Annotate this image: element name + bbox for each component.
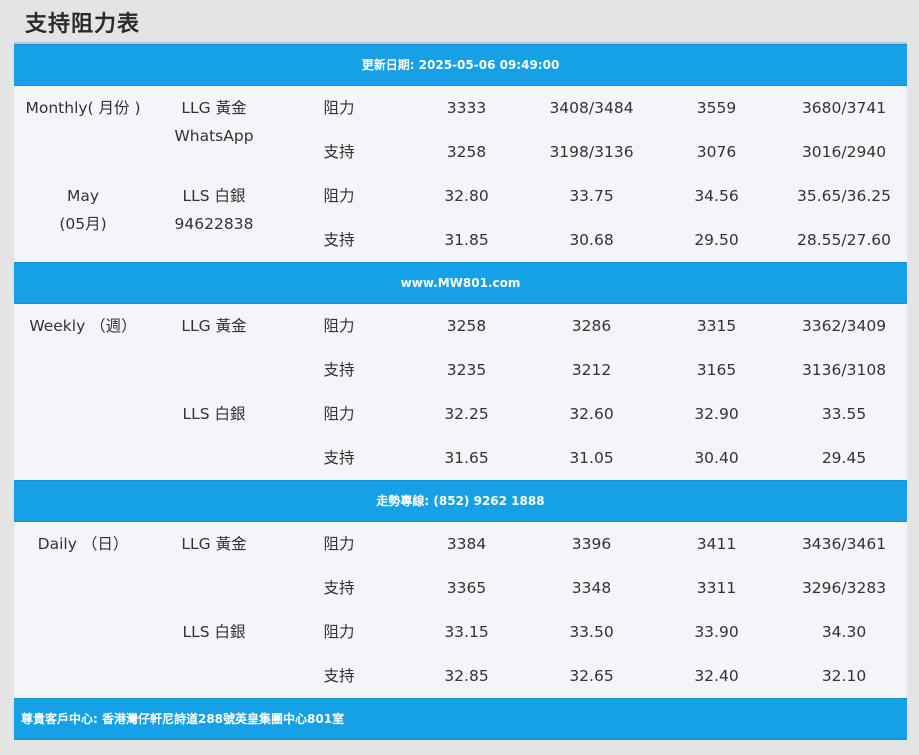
level-value: 3212	[571, 361, 612, 379]
level-value: 31.05	[569, 449, 614, 467]
level-value: 30.68	[569, 231, 614, 249]
level-value: 3016/2940	[801, 143, 887, 161]
row-type: 阻力	[323, 535, 355, 553]
table-row: 阻力 3258 3286 3315 3362/3409	[14, 304, 907, 348]
level-value: 29.50	[694, 231, 739, 249]
address-banner: 尊貴客戶中心: 香港灣仔軒尼詩道288號英皇集團中心801室	[14, 698, 907, 740]
row-type: 支持	[323, 579, 355, 597]
table-row: 支持 3258 3198/3136 3076 3016/2940	[14, 130, 907, 174]
level-value: 35.65/36.25	[797, 187, 891, 205]
level-value: 3362/3409	[801, 317, 887, 335]
level-value: 3198/3136	[549, 143, 634, 161]
support-resistance-table: 更新日期: 2025-05-06 09:49:00 Monthly( 月份 ) …	[14, 42, 907, 740]
level-value: 32.80	[444, 187, 489, 205]
level-value: 3333	[446, 99, 487, 117]
level-value: 3559	[696, 99, 737, 117]
level-value: 3136/3108	[801, 361, 887, 379]
level-value: 3165	[696, 361, 737, 379]
level-value: 33.50	[569, 623, 614, 641]
level-value: 3408/3484	[549, 99, 634, 117]
level-value: 34.56	[694, 187, 739, 205]
level-value: 33.75	[569, 187, 614, 205]
level-value: 3311	[696, 579, 737, 597]
level-value: 32.25	[444, 405, 489, 423]
table-row: 阻力 3384 3396 3411 3436/3461	[14, 522, 907, 566]
level-value: 32.90	[694, 405, 739, 423]
table-row: 阻力 33.15 33.50 33.90 34.30	[14, 610, 907, 654]
row-type: 支持	[323, 231, 355, 249]
monthly-section: Monthly( 月份 ) May (05月) LLG 黃金 WhatsApp …	[14, 86, 907, 262]
update-date-banner: 更新日期: 2025-05-06 09:49:00	[14, 44, 907, 86]
row-type: 支持	[323, 361, 355, 379]
level-value: 31.85	[444, 231, 489, 249]
row-type: 阻力	[323, 187, 355, 205]
level-value: 33.90	[694, 623, 739, 641]
level-value: 28.55/27.60	[797, 231, 891, 249]
table-row: 支持 32.85 32.65 32.40 32.10	[14, 654, 907, 698]
row-type: 支持	[323, 667, 355, 685]
level-value: 32.10	[821, 667, 867, 685]
level-value: 3348	[571, 579, 612, 597]
level-value: 34.30	[821, 623, 867, 641]
row-type: 支持	[323, 449, 355, 467]
row-type: 支持	[323, 143, 355, 161]
level-value: 29.45	[821, 449, 867, 467]
weekly-section: Weekly （週） LLG 黃金 LLS 白銀 阻力 3258 3286 33…	[14, 304, 907, 480]
level-value: 32.85	[444, 667, 489, 685]
level-value: 3235	[446, 361, 487, 379]
row-type: 阻力	[323, 623, 355, 641]
level-value: 3365	[446, 579, 487, 597]
level-value: 3258	[446, 317, 487, 335]
level-value: 3680/3741	[801, 99, 887, 117]
level-value: 32.65	[569, 667, 614, 685]
level-value: 30.40	[694, 449, 739, 467]
level-value: 3396	[571, 535, 612, 553]
level-value: 32.60	[569, 405, 614, 423]
level-value: 3286	[571, 317, 612, 335]
row-type: 阻力	[323, 405, 355, 423]
table-row: 支持 3365 3348 3311 3296/3283	[14, 566, 907, 610]
level-value: 3315	[696, 317, 737, 335]
level-value: 33.15	[444, 623, 489, 641]
table-row: 阻力 32.80 33.75 34.56 35.65/36.25	[14, 174, 907, 218]
page-title: 支持阻力表	[25, 12, 141, 37]
table-row: 阻力 3333 3408/3484 3559 3680/3741	[14, 86, 907, 130]
table-row: 支持 31.65 31.05 30.40 29.45	[14, 436, 907, 480]
level-value: 3258	[446, 143, 487, 161]
daily-section: Daily （日） LLG 黃金 LLS 白銀 阻力 3384 3396 341…	[14, 522, 907, 698]
table-row: 支持 31.85 30.68 29.50 28.55/27.60	[14, 218, 907, 262]
row-type: 阻力	[323, 317, 355, 335]
table-row: 阻力 32.25 32.60 32.90 33.55	[14, 392, 907, 436]
level-value: 3296/3283	[801, 579, 887, 597]
table-row: 支持 3235 3212 3165 3136/3108	[14, 348, 907, 392]
row-type: 阻力	[323, 99, 355, 117]
level-value: 3436/3461	[801, 535, 887, 553]
level-value: 33.55	[821, 405, 867, 423]
hotline-banner[interactable]: 走勢專線: (852) 9262 1888	[14, 480, 907, 522]
level-value: 32.40	[694, 667, 739, 685]
level-value: 3411	[696, 535, 737, 553]
level-value: 3384	[446, 535, 487, 553]
level-value: 3076	[696, 143, 737, 161]
website-banner[interactable]: www.MW801.com	[14, 262, 907, 304]
level-value: 31.65	[444, 449, 489, 467]
